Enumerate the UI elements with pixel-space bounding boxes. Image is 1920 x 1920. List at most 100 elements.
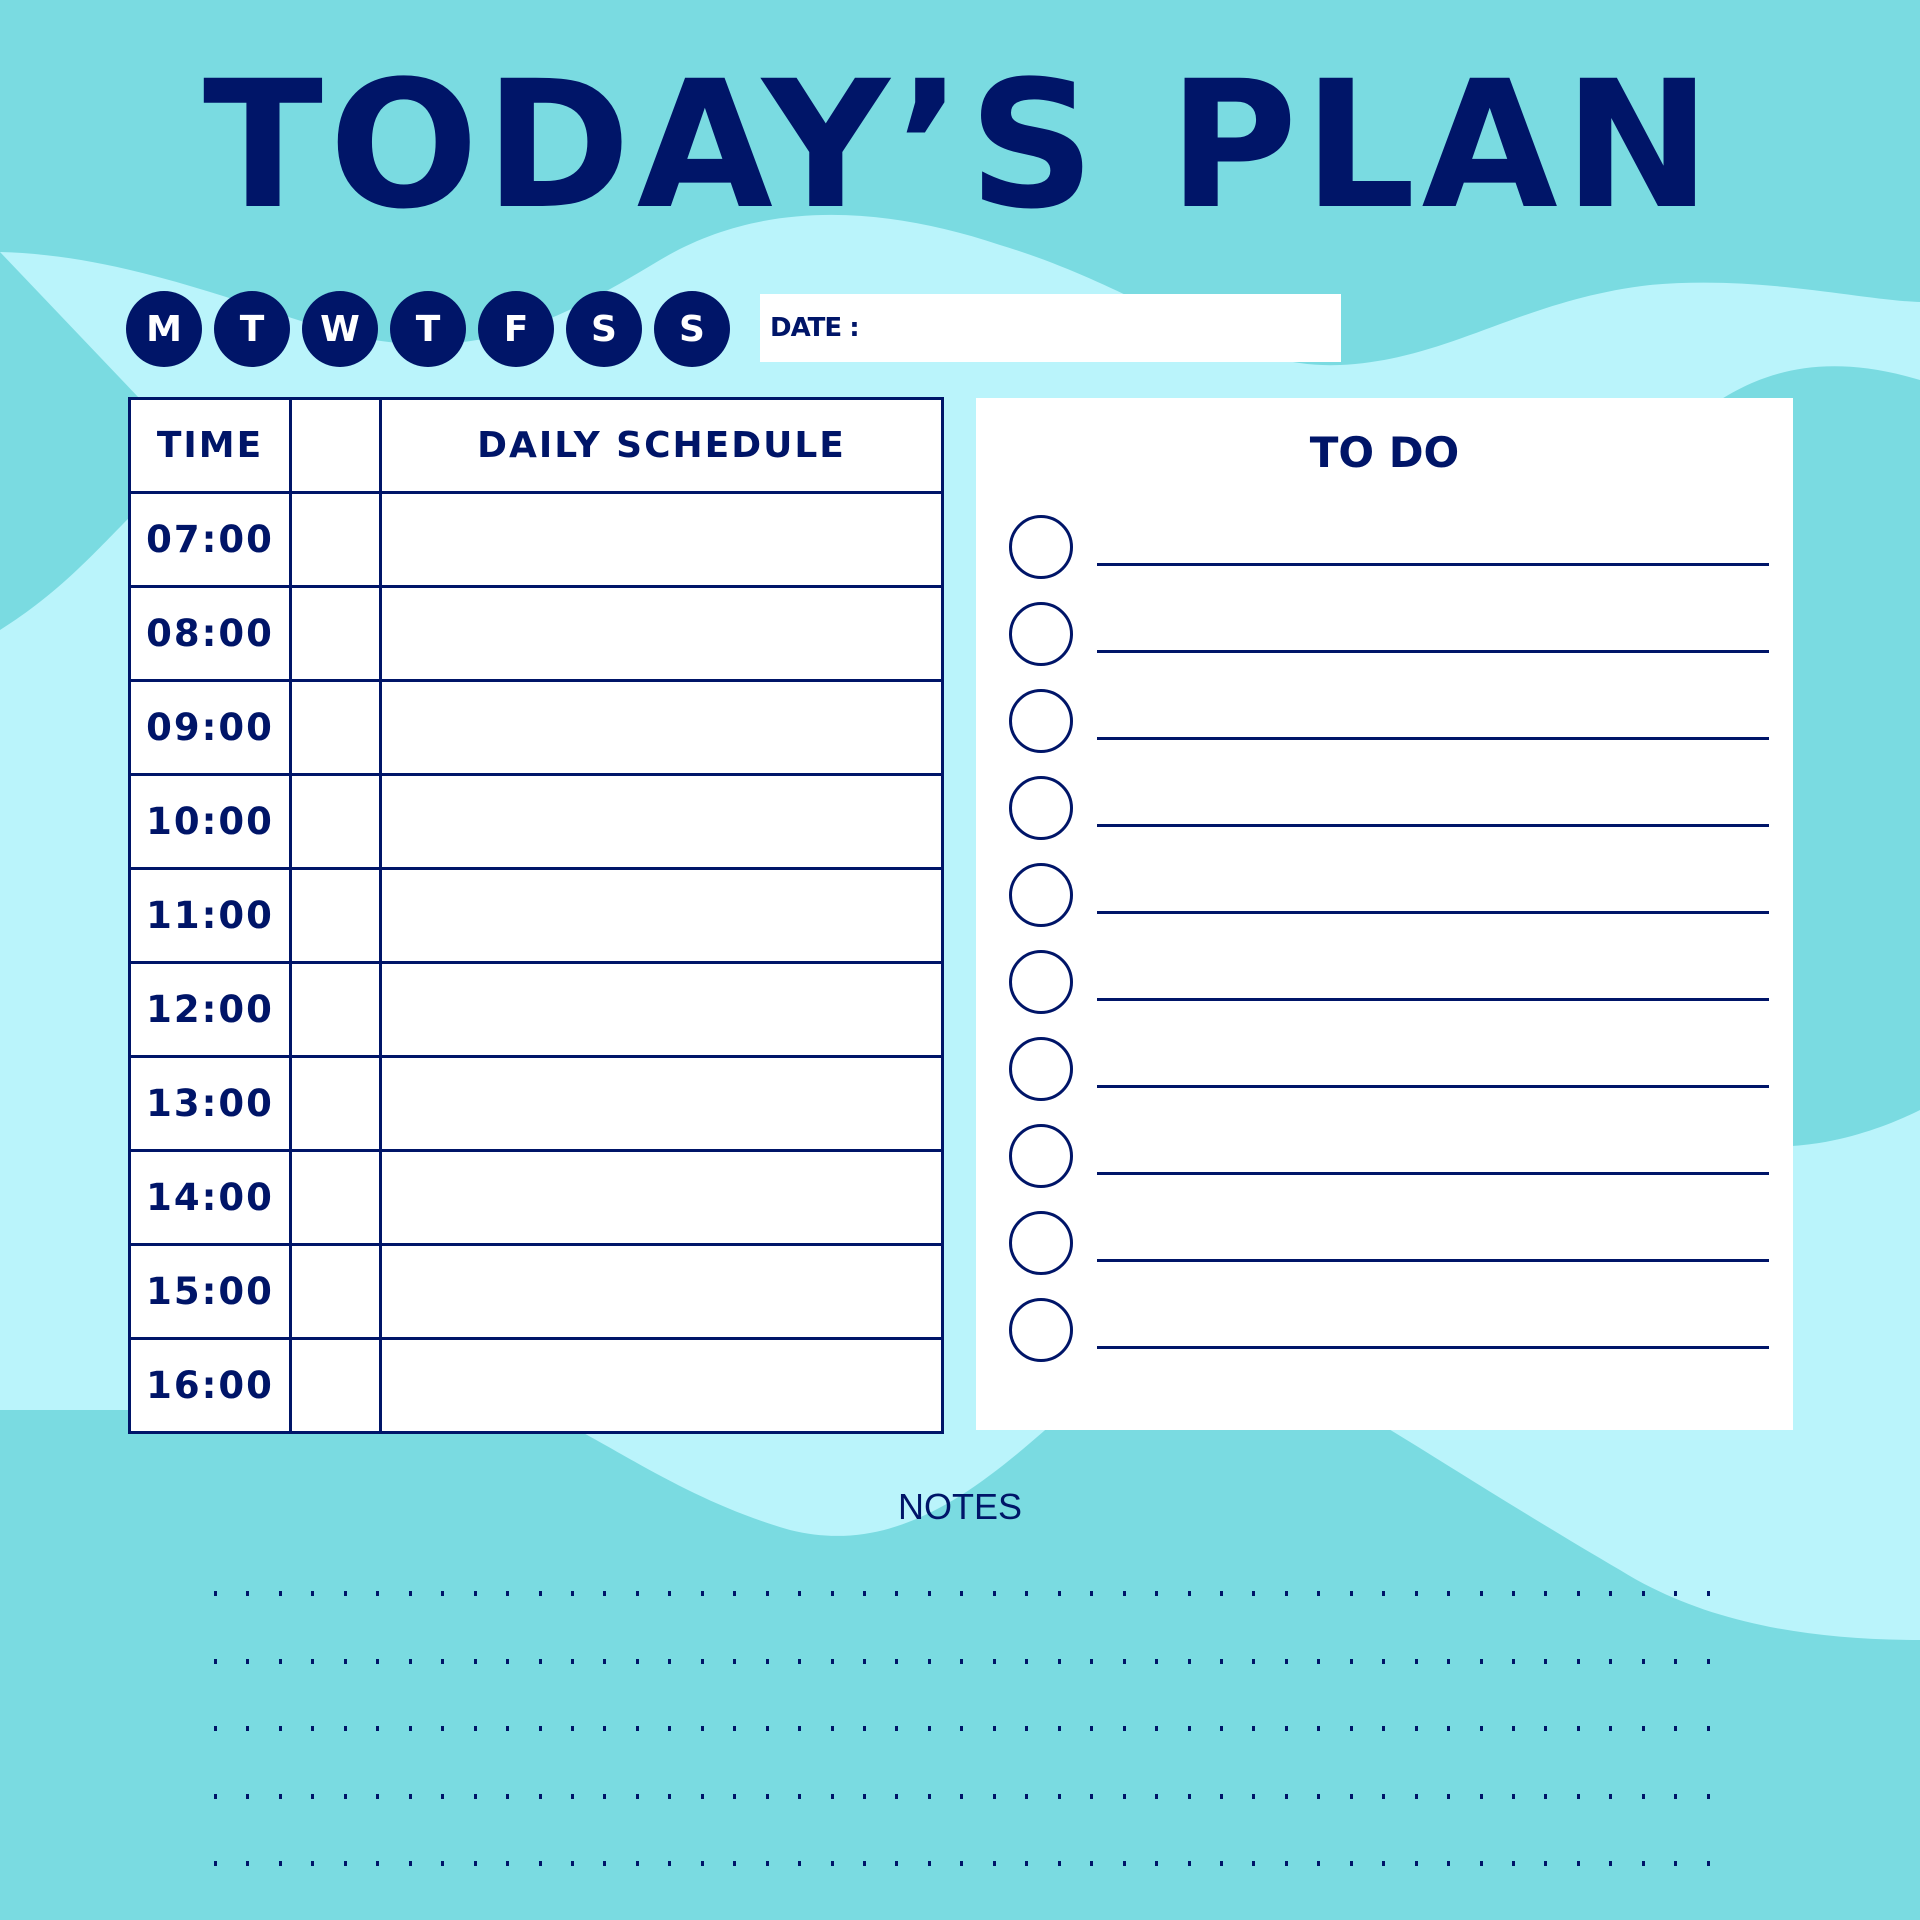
notes-dotted-line[interactable] (214, 1726, 1714, 1731)
dot (895, 1591, 899, 1596)
checkbox-circle-icon[interactable] (1009, 515, 1073, 579)
schedule-row: 13:00 (128, 1055, 944, 1152)
dot (1544, 1591, 1548, 1596)
checkbox-circle-icon[interactable] (1009, 689, 1073, 753)
mark-cell[interactable] (289, 679, 382, 776)
dot (765, 1658, 769, 1664)
dot (700, 1591, 704, 1596)
notes-dotted-line[interactable] (214, 1793, 1714, 1799)
todo-text-line[interactable] (1097, 824, 1769, 827)
weekday-selector: M T W T F S S (126, 291, 730, 367)
todo-text-line[interactable] (1097, 650, 1769, 653)
notes-dotted-line[interactable] (214, 1591, 1714, 1596)
dot (1122, 1591, 1126, 1596)
schedule-row: 07:00 (128, 491, 944, 588)
day-sunday[interactable]: S (654, 291, 730, 367)
notes-dotted-line[interactable] (214, 1658, 1714, 1664)
dot (1155, 1591, 1159, 1596)
dot (538, 1658, 542, 1664)
mark-cell[interactable] (289, 961, 382, 1058)
day-tuesday[interactable]: T (214, 291, 290, 367)
todo-text-line[interactable] (1097, 998, 1769, 1001)
todo-text-line[interactable] (1097, 911, 1769, 914)
entry-cell[interactable] (379, 867, 944, 964)
notes-dotted-line[interactable] (214, 1861, 1714, 1866)
dot (1025, 1793, 1029, 1799)
dot (765, 1793, 769, 1799)
entry-cell[interactable] (379, 1149, 944, 1246)
dot (830, 1793, 834, 1799)
checkbox-circle-icon[interactable] (1009, 602, 1073, 666)
dot (927, 1591, 931, 1596)
entry-cell[interactable] (379, 961, 944, 1058)
dot (311, 1793, 315, 1799)
entry-cell[interactable] (379, 1055, 944, 1152)
dot (473, 1658, 477, 1664)
mark-cell[interactable] (289, 585, 382, 682)
dot (570, 1591, 574, 1596)
dot (1252, 1591, 1256, 1596)
dot (1155, 1793, 1159, 1799)
day-thursday[interactable]: T (390, 291, 466, 367)
dot (376, 1726, 380, 1731)
dot (1090, 1591, 1094, 1596)
dot (538, 1726, 542, 1731)
day-monday[interactable]: M (126, 291, 202, 367)
mark-cell[interactable] (289, 1055, 382, 1152)
checkbox-circle-icon[interactable] (1009, 776, 1073, 840)
dot (992, 1861, 996, 1866)
dot (1674, 1726, 1678, 1731)
dot (214, 1591, 217, 1596)
entry-cell[interactable] (379, 585, 944, 682)
mark-cell[interactable] (289, 773, 382, 870)
dot (1187, 1658, 1191, 1664)
dot (1219, 1591, 1223, 1596)
todo-text-line[interactable] (1097, 563, 1769, 566)
entry-cell[interactable] (379, 491, 944, 588)
checkbox-circle-icon[interactable] (1009, 1298, 1073, 1362)
dot (1447, 1591, 1451, 1596)
todo-text-line[interactable] (1097, 1346, 1769, 1349)
dot (408, 1726, 412, 1731)
dot (1479, 1726, 1483, 1731)
entry-cell[interactable] (379, 679, 944, 776)
dot (603, 1793, 607, 1799)
mark-cell[interactable] (289, 1337, 382, 1434)
dot (246, 1591, 250, 1596)
mark-cell[interactable] (289, 1149, 382, 1246)
checkbox-circle-icon[interactable] (1009, 863, 1073, 927)
day-saturday[interactable]: S (566, 291, 642, 367)
checkbox-circle-icon[interactable] (1009, 1124, 1073, 1188)
dot (408, 1793, 412, 1799)
dot (376, 1591, 380, 1596)
todo-text-line[interactable] (1097, 1259, 1769, 1262)
dot (506, 1658, 510, 1664)
dot (1576, 1591, 1580, 1596)
dot (570, 1726, 574, 1731)
entry-cell[interactable] (379, 773, 944, 870)
checkbox-circle-icon[interactable] (1009, 1211, 1073, 1275)
checkbox-circle-icon[interactable] (1009, 950, 1073, 1014)
day-wednesday[interactable]: W (302, 291, 378, 367)
dot (635, 1591, 639, 1596)
mark-cell[interactable] (289, 867, 382, 964)
todo-text-line[interactable] (1097, 737, 1769, 740)
mark-cell[interactable] (289, 491, 382, 588)
todo-text-line[interactable] (1097, 1085, 1769, 1088)
dot (1317, 1861, 1321, 1866)
entry-cell[interactable] (379, 1337, 944, 1434)
entry-cell[interactable] (379, 1243, 944, 1340)
dot (1414, 1726, 1418, 1731)
time-cell: 10:00 (128, 773, 292, 870)
dot (506, 1793, 510, 1799)
day-friday[interactable]: F (478, 291, 554, 367)
dot (506, 1861, 510, 1866)
dot (1252, 1861, 1256, 1866)
checkbox-circle-icon[interactable] (1009, 1037, 1073, 1101)
dot (343, 1658, 347, 1664)
date-field[interactable]: DATE : (760, 294, 1341, 362)
todo-item (1009, 1298, 1769, 1362)
todo-text-line[interactable] (1097, 1172, 1769, 1175)
dot (1284, 1793, 1288, 1799)
mark-cell[interactable] (289, 1243, 382, 1340)
